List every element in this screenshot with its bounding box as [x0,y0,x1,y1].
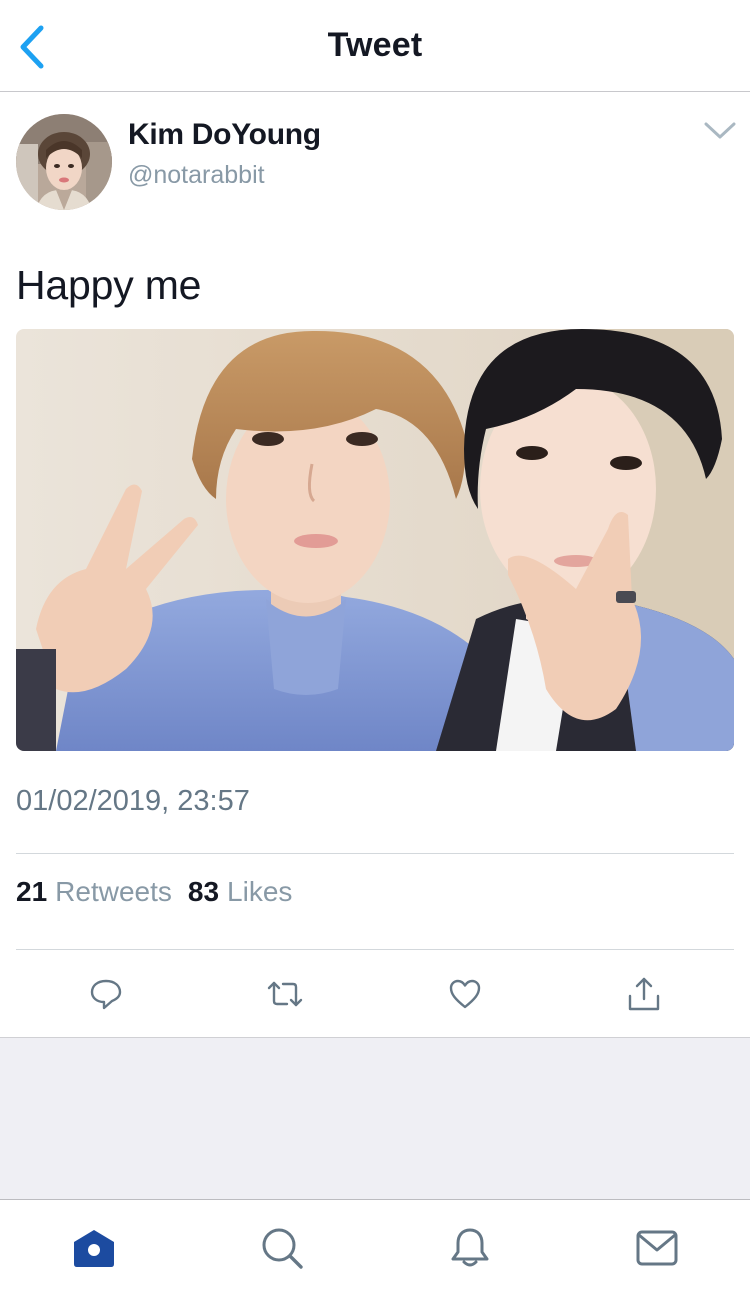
notifications-icon [451,1228,489,1267]
likes-count: 83 [187,876,220,907]
likes-label: Likes [227,876,293,907]
content-background [0,1037,750,1199]
tweet-options-button[interactable] [700,116,740,146]
reply-icon [90,979,122,1010]
user-handle[interactable]: @notarabbit [128,161,265,190]
share-icon [628,977,660,1011]
like-icon [449,979,481,1009]
tab-bar [0,1199,750,1296]
nav-header: Tweet [0,0,750,92]
retweet-button[interactable] [261,970,309,1018]
tweet-detail-screen: Tweet Kim DoYoung @notarabbit Happy me 0… [0,0,750,1296]
search-icon [262,1228,303,1269]
tweet-text: Happy me [16,262,202,308]
tweet-photo[interactable] [16,329,734,751]
tab-notifications[interactable] [446,1224,494,1272]
likes-count-link[interactable]: 83 Likes [188,876,293,908]
retweets-label: Retweets [55,876,172,907]
home-icon [74,1230,114,1267]
divider [16,853,734,854]
retweets-count: 21 [16,876,48,907]
tab-messages[interactable] [633,1224,681,1272]
like-button[interactable] [441,970,489,1018]
retweet-icon [267,981,303,1007]
reply-button[interactable] [82,970,130,1018]
user-display-name[interactable]: Kim DoYoung [128,118,321,152]
share-button[interactable] [620,970,668,1018]
tab-search[interactable] [258,1224,306,1272]
avatar[interactable] [16,114,112,210]
divider [16,949,734,950]
tweet-timestamp: 01/02/2019, 23:57 [16,785,250,817]
page-title: Tweet [327,26,423,64]
retweets-count-link[interactable]: 21 Retweets [16,876,172,908]
messages-icon [636,1230,678,1266]
chevron-down-icon [704,122,736,139]
engagement-counts: 21 Retweets 83 Likes [16,876,308,908]
tab-home[interactable] [70,1224,118,1272]
